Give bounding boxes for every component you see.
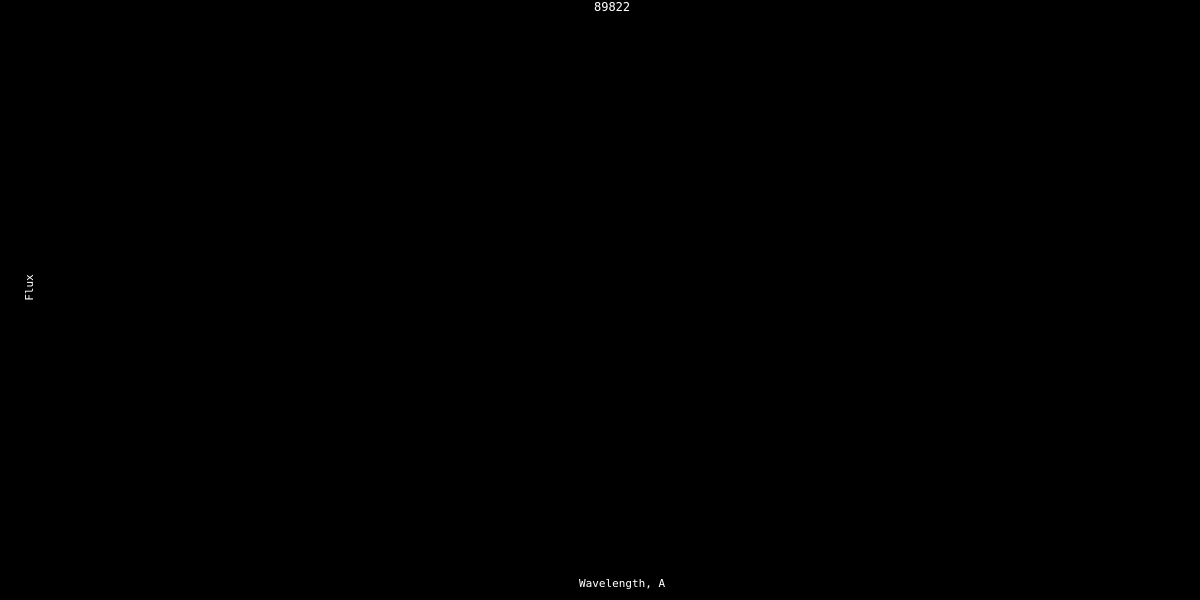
spectrum-plot-canvas <box>0 0 1200 600</box>
x-axis-label: Wavelength, A <box>579 577 666 590</box>
y-axis-label: Flux <box>22 274 36 301</box>
plot-title: 89822 <box>594 0 631 14</box>
spectrum-plot-window: 89822 Wavelength, A Flux <box>0 0 1200 600</box>
